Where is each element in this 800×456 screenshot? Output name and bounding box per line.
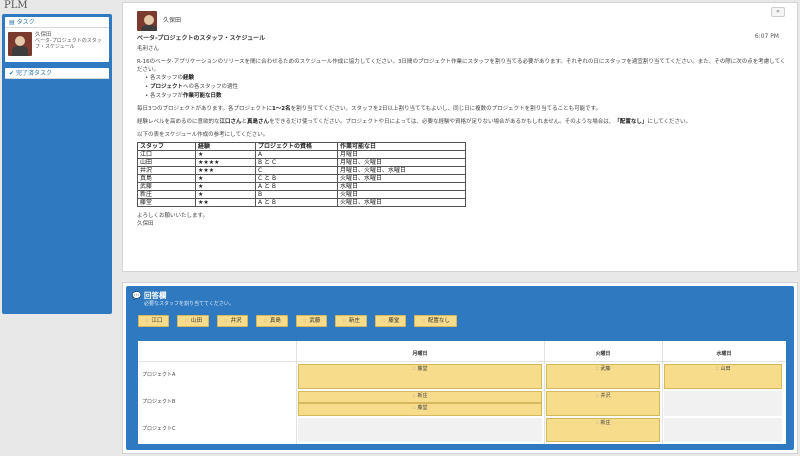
drop-slot-c-tuesday[interactable]: :: 新庄 xyxy=(546,418,660,442)
drop-slot-b-monday-2[interactable]: :: 藤堂 xyxy=(298,403,542,416)
staff-chip[interactable]: :: 真島 xyxy=(256,315,288,327)
list-item: 各スタッフの経験 xyxy=(145,74,787,83)
message-panel: 久保田 « ベータ-プロジェクトのスタッフ・スケジュール 6:07 PM 毛利さ… xyxy=(122,2,798,272)
avatar xyxy=(8,32,32,56)
message-time: 6:07 PM xyxy=(754,33,779,40)
drop-slot-a-tuesday[interactable]: :: 武藤 xyxy=(546,364,660,389)
row-label-project-b: プロジェクトB xyxy=(142,399,176,405)
staff-chip[interactable]: :: 江口 xyxy=(138,315,170,327)
table-row: 武藤 ★ A と B 水曜日 xyxy=(137,182,466,191)
table-row: 江口 ★ A 月曜日 xyxy=(137,150,466,159)
done-tasks-header[interactable]: ✔ 完了済タスク xyxy=(5,68,109,79)
drop-slot-c-monday[interactable] xyxy=(298,418,542,442)
answer-panel: 💬 回答欄 必要なスタッフを割り当ててください。 :: 江口 :: 山田 :: … xyxy=(122,282,798,454)
day-header-monday: 月曜日 xyxy=(412,351,428,357)
avatar xyxy=(137,11,157,31)
table-row: 藤堂 ★★ A と B 火曜日、水曜日 xyxy=(137,198,466,207)
row-label-project-c: プロジェクトC xyxy=(142,426,176,432)
criteria-list: 各スタッフの経験 プロジェクトへの各スタッフの適性 各スタッフが作業可能な日数 xyxy=(145,74,787,101)
day-header-wednesday: 水曜日 xyxy=(716,351,732,357)
app-title: PLM xyxy=(4,0,28,11)
staff-chip-pool: :: 江口 :: 山田 :: 井沢 :: 真島 :: 武藤 :: 新庄 :: 藤… xyxy=(138,315,457,327)
day-header-tuesday: 火曜日 xyxy=(595,351,611,357)
table-row: 新庄 ★ B 火曜日 xyxy=(137,190,466,199)
staff-chip[interactable]: :: 藤堂 xyxy=(374,315,407,327)
closing-line: よろしくお願いいたします。 xyxy=(137,213,208,219)
inbox-icon: ▤ xyxy=(9,18,15,26)
assignment-grid: 月曜日 火曜日 水曜日 プロジェクトA プロジェクトB プロジェクトC :: 藤… xyxy=(138,341,786,444)
comments-icon: 💬 xyxy=(132,291,142,300)
done-tasks-label: 完了済タスク xyxy=(16,69,53,77)
tasks-header-label: タスク xyxy=(16,18,35,26)
drop-slot-a-wednesday[interactable]: :: 山田 xyxy=(664,364,782,389)
row-label-project-a: プロジェクトA xyxy=(142,372,176,378)
rules-paragraph: 毎日3つのプロジェクトがあります。各プロジェクトに1～2名を割り当ててください。… xyxy=(137,106,602,112)
no-assignment-chip[interactable]: :: 配置なし xyxy=(414,315,457,327)
tasks-panel: ▤ タスク 久保田 ベータ-プロジェクトのスタッフ・スケジュール xyxy=(5,17,109,62)
staff-chip[interactable]: :: 新庄 xyxy=(335,315,367,327)
list-item: 各スタッフが作業可能な日数 xyxy=(145,92,787,101)
task-subject: ベータ-プロジェクトのスタッフ・スケジュール xyxy=(35,38,102,50)
table-header-row: スタッフ 経験 プロジェクトの資格 作業可能な日 xyxy=(137,142,466,151)
table-row: 井沢 ★★★ C 月曜日、火曜日、水曜日 xyxy=(137,166,466,175)
drop-slot-b-monday[interactable]: :: 新庄 xyxy=(298,391,542,403)
greeting: 毛利さん xyxy=(137,46,160,52)
message-subject: ベータ-プロジェクトのスタッフ・スケジュール xyxy=(137,35,266,42)
drop-slot-c-wednesday[interactable] xyxy=(664,418,782,442)
staff-chip[interactable]: :: 井沢 xyxy=(216,315,249,327)
message-sender: 久保田 xyxy=(163,17,182,24)
check-icon: ✔ xyxy=(9,69,15,77)
tasks-header[interactable]: ▤ タスク xyxy=(5,17,109,28)
signature: 久保田 xyxy=(137,221,154,227)
staff-chip[interactable]: :: 武藤 xyxy=(295,315,328,327)
staff-chip[interactable]: :: 山田 xyxy=(177,315,209,327)
intro-paragraph: R-16のベータ-アプリケーションのリリースを間に合わせるためのスケジュール作成… xyxy=(137,59,786,73)
done-tasks-panel: ✔ 完了済タスク xyxy=(5,68,109,79)
task-list-item[interactable]: 久保田 ベータ-プロジェクトのスタッフ・スケジュール xyxy=(5,28,109,62)
collapse-button[interactable]: « xyxy=(771,7,785,17)
table-intro: 以下の表をスケジュール作成の参考にしてください。 xyxy=(137,132,269,138)
sidebar: ▤ タスク 久保田 ベータ-プロジェクトのスタッフ・スケジュール ✔ 完了済タス… xyxy=(2,14,112,314)
list-item: プロジェクトへの各スタッフの適性 xyxy=(145,83,787,92)
drop-slot-b-wednesday[interactable] xyxy=(664,391,782,416)
guidance-paragraph: 経験レベルを高めるのに意欲的な江口さんと真島さんをできるだけ使ってください。プロ… xyxy=(137,119,691,125)
table-row: 山田 ★★★★ B と C 月曜日、火曜日 xyxy=(137,158,466,167)
drop-slot-a-monday[interactable]: :: 藤堂 xyxy=(298,364,542,389)
table-row: 真島 ★ C と B 火曜日、水曜日 xyxy=(137,174,466,183)
message-body: 毛利さん R-16のベータ-アプリケーションのリリースを間に合わせるためのスケジ… xyxy=(137,45,787,228)
staff-table: スタッフ 経験 プロジェクトの資格 作業可能な日 江口 ★ A 月曜日 山田 ★★★★ B… xyxy=(137,142,466,207)
answer-subtitle: 必要なスタッフを割り当ててください。 xyxy=(144,301,234,307)
drop-slot-b-tuesday[interactable]: :: 井沢 xyxy=(546,391,660,416)
